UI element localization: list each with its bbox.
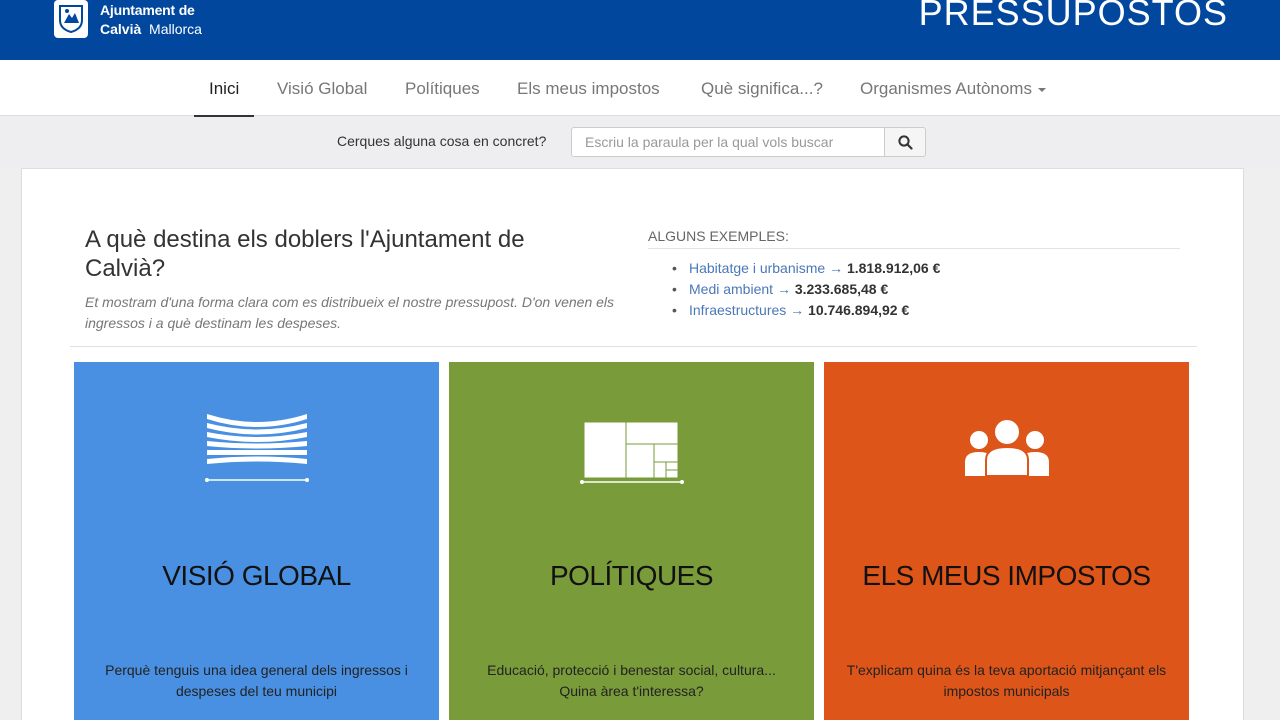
card-politiques[interactable]: POLÍTIQUES Educació, protecció i benesta… <box>449 362 814 720</box>
example-arrow: → <box>829 260 844 276</box>
examples-list: Habitatge i urbanisme → 1.818.912,06 € M… <box>672 258 940 321</box>
caret-down-icon <box>1037 87 1046 92</box>
page-headline: A què destina els doblers l'Ajuntament d… <box>85 226 525 282</box>
search-input[interactable] <box>571 127 885 157</box>
main-nav: Inici Visió Global Polítiques Els meus i… <box>0 60 1280 118</box>
tab-organismes-autonoms[interactable]: Organismes Autònoms <box>860 60 1046 116</box>
calvia-logo[interactable] <box>54 0 88 38</box>
sankey-flow-icon <box>204 414 309 482</box>
example-value: 10.746.894,92 € <box>808 302 910 318</box>
section-divider <box>70 346 1197 347</box>
search-bar: Cerques alguna cosa en concret? <box>0 117 1280 167</box>
card-description: Perquè tenguis una idea general dels ing… <box>105 662 408 699</box>
example-item: Infraestructures → 10.746.894,92 € <box>672 300 940 321</box>
coat-of-arms-icon <box>59 5 83 33</box>
app-title: PRESSUPOSTOS <box>918 0 1228 33</box>
card-title: VISIÓ GLOBAL <box>162 560 351 591</box>
example-value: 1.818.912,06 € <box>846 260 941 276</box>
people-group-icon <box>964 418 1049 477</box>
tab-organismes-label: Organismes Autònoms <box>860 79 1032 98</box>
examples-title: ALGUNS EXEMPLES: <box>648 228 1180 249</box>
card-visio-global[interactable]: VISIÓ GLOBAL Perquè tenguis una idea gen… <box>74 362 439 720</box>
tab-inici[interactable]: Inici <box>193 60 255 118</box>
search-button[interactable] <box>884 127 926 157</box>
card-title: ELS MEUS IMPOSTOS <box>862 560 1151 591</box>
tab-politiques[interactable]: Polítiques <box>405 60 480 116</box>
card-description: Educació, protecció i benestar social, c… <box>487 662 776 699</box>
treemap-icon <box>579 421 684 484</box>
card-title: POLÍTIQUES <box>549 560 714 591</box>
tab-els-meus-impostos[interactable]: Els meus impostos <box>517 60 660 116</box>
top-header: Ajuntament de Calvià Mallorca PRESSUPOST… <box>0 0 1280 60</box>
tab-que-significa[interactable]: Què significa...? <box>701 60 823 116</box>
card-icon-wrapper <box>74 410 439 500</box>
intro-subtext: Et mostram d'una forma clara com es dist… <box>85 294 615 331</box>
example-arrow: → <box>790 302 805 318</box>
card-description: T'explicam quina és la teva aportació mi… <box>846 662 1167 699</box>
search-label: Cerques alguna cosa en concret? <box>337 133 547 149</box>
card-icon-wrapper <box>824 410 1189 500</box>
org-name-line2: Calvià Mallorca <box>100 21 202 37</box>
main-panel: A què destina els doblers l'Ajuntament d… <box>21 168 1244 720</box>
search-icon <box>898 135 913 150</box>
card-icon-wrapper <box>449 410 814 500</box>
example-link-infraestructures[interactable]: Infraestructures <box>689 302 786 318</box>
example-value: 3.233.685,48 € <box>794 281 889 297</box>
example-item: Medi ambient → 3.233.685,48 € <box>672 279 940 300</box>
card-els-meus-impostos[interactable]: ELS MEUS IMPOSTOS T'explicam quina és la… <box>824 362 1189 720</box>
example-item: Habitatge i urbanisme → 1.818.912,06 € <box>672 258 940 279</box>
org-town: Calvià <box>100 21 142 37</box>
example-arrow: → <box>776 281 791 297</box>
tab-visio-global[interactable]: Visió Global <box>277 60 367 116</box>
example-link-medi-ambient[interactable]: Medi ambient <box>689 281 773 297</box>
org-name-line1: Ajuntament de <box>100 2 195 18</box>
example-link-habitatge[interactable]: Habitatge i urbanisme <box>689 260 825 276</box>
org-island: Mallorca <box>149 21 202 37</box>
